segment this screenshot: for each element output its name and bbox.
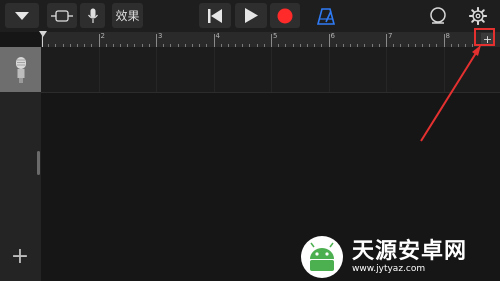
android-logo-icon (301, 236, 343, 278)
watermark-brand: 天源安卓网 (352, 239, 468, 264)
watermark: 天源安卓网 www.jytyaz.com (298, 233, 500, 281)
watermark-url: www.jytyaz.com (352, 264, 426, 274)
